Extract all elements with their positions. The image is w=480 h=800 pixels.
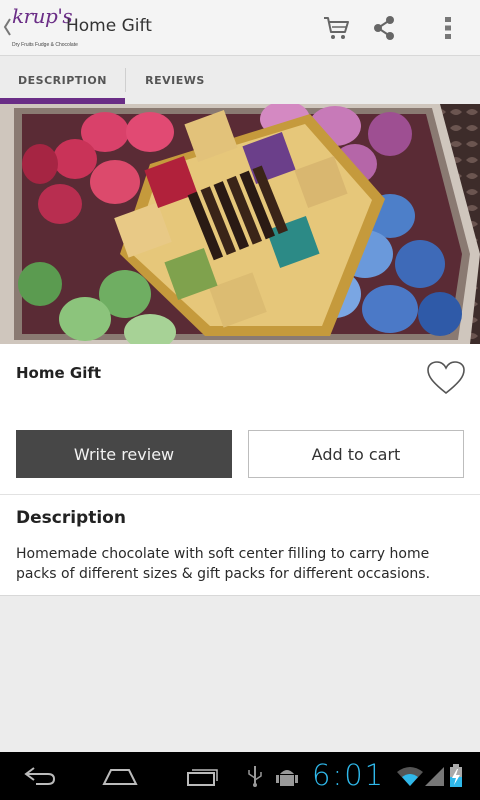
cart-icon	[324, 17, 349, 39]
android-debug-icon	[274, 760, 300, 792]
favorite-button[interactable]	[426, 360, 466, 396]
heart-outline-icon	[427, 361, 465, 395]
cart-button[interactable]	[318, 10, 354, 46]
write-review-button[interactable]: Write review	[16, 430, 232, 478]
divider	[0, 494, 480, 495]
usb-icon	[244, 760, 266, 792]
description-text: Homemade chocolate with soft center fill…	[16, 546, 431, 582]
action-bar: krup's Dry Fruits Fudge & Chocolate Home…	[0, 0, 480, 56]
product-name: Home Gift	[16, 364, 102, 382]
add-to-cart-button[interactable]: Add to cart	[248, 430, 464, 478]
overflow-menu-icon	[445, 17, 451, 39]
wifi-icon	[396, 760, 424, 792]
clock: 6:01	[312, 758, 386, 792]
tab-reviews-label: REVIEWS	[145, 73, 205, 87]
share-button[interactable]	[366, 10, 402, 46]
back-icon[interactable]	[20, 760, 60, 792]
logo-wordmark: krup's	[12, 4, 73, 28]
logo-tagline: Dry Fruits Fudge & Chocolate	[12, 42, 78, 48]
signal-icon	[422, 760, 446, 792]
recent-apps-icon[interactable]	[180, 760, 224, 792]
product-image[interactable]	[0, 104, 480, 344]
tab-description[interactable]: DESCRIPTION	[0, 56, 125, 104]
battery-charging-icon	[446, 760, 466, 792]
overflow-menu-button[interactable]	[430, 10, 466, 46]
tab-bar: DESCRIPTION REVIEWS	[0, 56, 480, 104]
tab-reviews[interactable]: REVIEWS	[126, 56, 224, 104]
description-heading: Description	[16, 508, 126, 528]
product-info-card: Home Gift Write review Add to cart Descr…	[0, 344, 480, 596]
tab-description-label: DESCRIPTION	[18, 73, 107, 87]
system-nav-bar: 6:01	[0, 752, 480, 800]
page-title: Home Gift	[66, 16, 152, 36]
app-logo[interactable]: krup's Dry Fruits Fudge & Chocolate	[10, 4, 78, 52]
home-icon[interactable]	[98, 760, 142, 792]
share-icon	[374, 16, 394, 40]
